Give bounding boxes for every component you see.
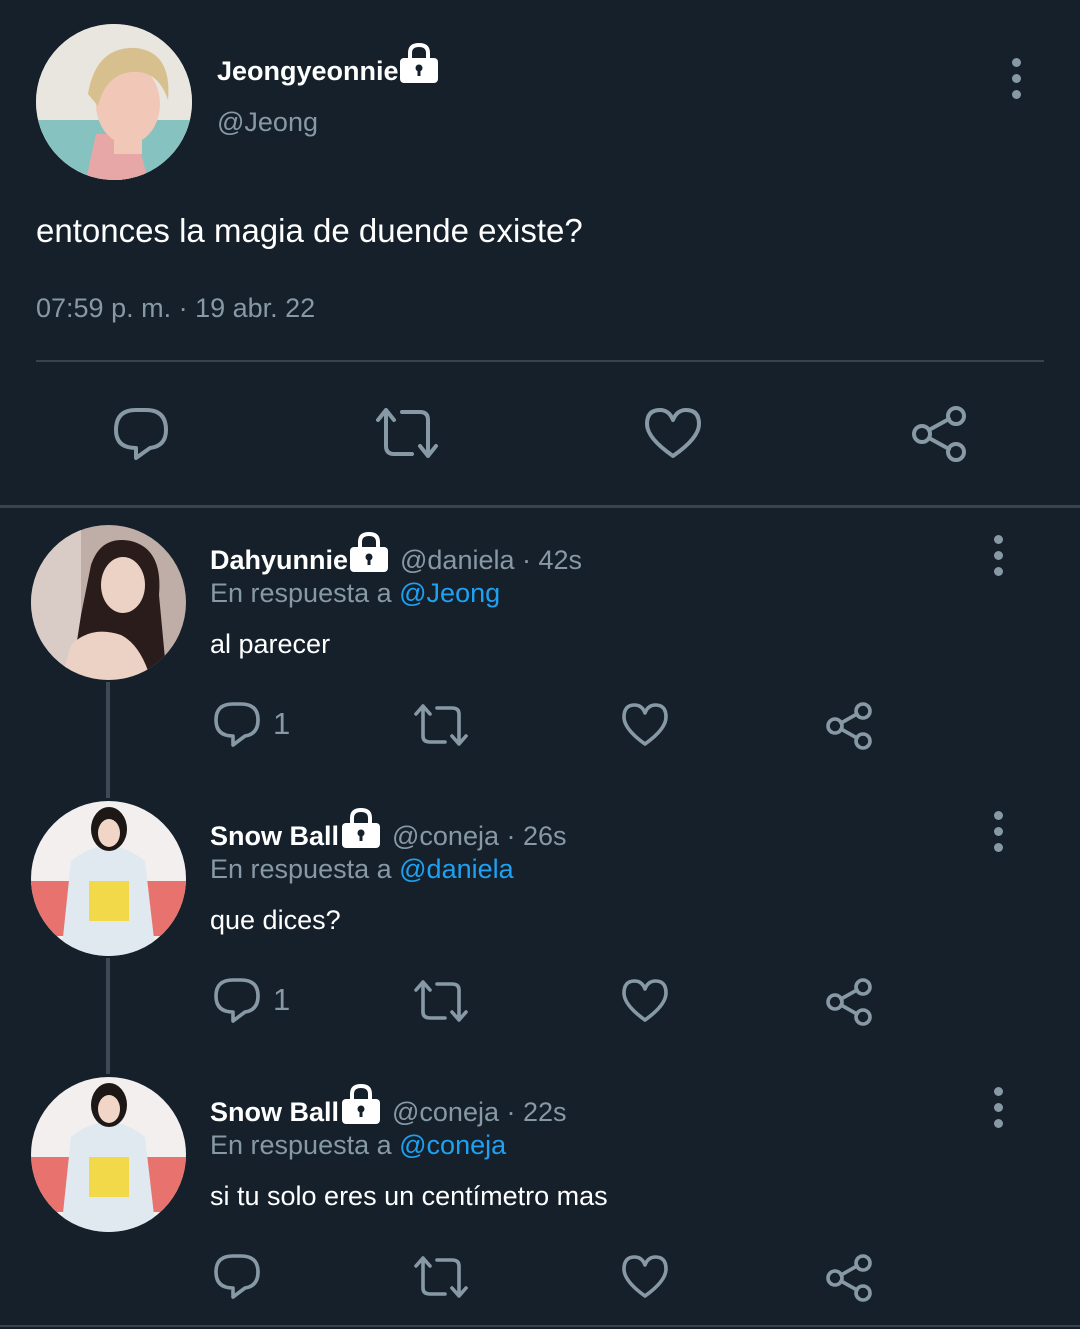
display-name[interactable]: Dahyunnie (210, 545, 348, 576)
reply-to-link[interactable]: @daniela (399, 854, 514, 884)
share-icon[interactable] (825, 977, 875, 1027)
share-icon[interactable] (825, 701, 875, 751)
reply-icon[interactable] (213, 1252, 261, 1300)
display-name[interactable]: Snow Ball (210, 1097, 339, 1128)
reply-count: 1 (273, 706, 291, 741)
tweet-text: que dices? (210, 905, 341, 935)
tweet-text: al parecer (210, 629, 331, 659)
avatar[interactable] (31, 525, 186, 680)
retweet-icon[interactable] (412, 1254, 470, 1300)
like-icon[interactable] (621, 978, 669, 1024)
reply-context: En respuesta a @Jeong (210, 578, 500, 609)
handle-time: @daniela · 42s (400, 545, 583, 575)
like-icon[interactable] (643, 406, 703, 460)
like-icon[interactable] (621, 702, 669, 748)
reply-context: En respuesta a @coneja (210, 1130, 506, 1161)
reply-icon[interactable] (213, 976, 261, 1024)
more-icon[interactable] (994, 811, 1003, 859)
reply-icon[interactable] (213, 700, 261, 748)
share-icon[interactable] (825, 1253, 875, 1303)
timestamp: 07:59 p. m. · 19 abr. 22 (36, 293, 316, 323)
lock-icon (348, 530, 390, 574)
reply-prefix: En respuesta a (210, 854, 392, 884)
section-divider (0, 505, 1080, 508)
more-icon[interactable] (1012, 58, 1021, 106)
reply-icon[interactable] (112, 404, 170, 462)
avatar[interactable] (31, 1077, 186, 1232)
divider (36, 360, 1044, 362)
bottom-divider (0, 1325, 1080, 1327)
lock-icon (340, 1082, 382, 1126)
thread-line (106, 958, 110, 1074)
avatar[interactable] (31, 801, 186, 956)
lock-icon (340, 806, 382, 850)
thread-line (106, 682, 110, 798)
lock-icon (398, 41, 440, 85)
avatar[interactable] (36, 24, 192, 180)
reply-prefix: En respuesta a (210, 578, 392, 608)
retweet-icon[interactable] (412, 978, 470, 1024)
more-icon[interactable] (994, 1087, 1003, 1135)
handle-time: @coneja · 26s (392, 821, 567, 851)
retweet-icon[interactable] (372, 406, 442, 460)
display-name[interactable]: Snow Ball (210, 821, 339, 852)
reply-to-link[interactable]: @coneja (399, 1130, 506, 1160)
handle[interactable]: @Jeong (217, 107, 318, 138)
retweet-icon[interactable] (412, 702, 470, 748)
more-icon[interactable] (994, 535, 1003, 583)
share-icon[interactable] (910, 404, 970, 464)
like-icon[interactable] (621, 1254, 669, 1300)
handle-time: @coneja · 22s (392, 1097, 567, 1127)
tweet-text: si tu solo eres un centímetro mas (210, 1181, 608, 1211)
tweet-text: entonces la magia de duende existe? (36, 212, 583, 249)
reply-context: En respuesta a @daniela (210, 854, 514, 885)
display-name[interactable]: Jeongyeonnie (217, 56, 399, 87)
reply-count: 1 (273, 982, 291, 1017)
reply-prefix: En respuesta a (210, 1130, 392, 1160)
reply-to-link[interactable]: @Jeong (399, 578, 500, 608)
